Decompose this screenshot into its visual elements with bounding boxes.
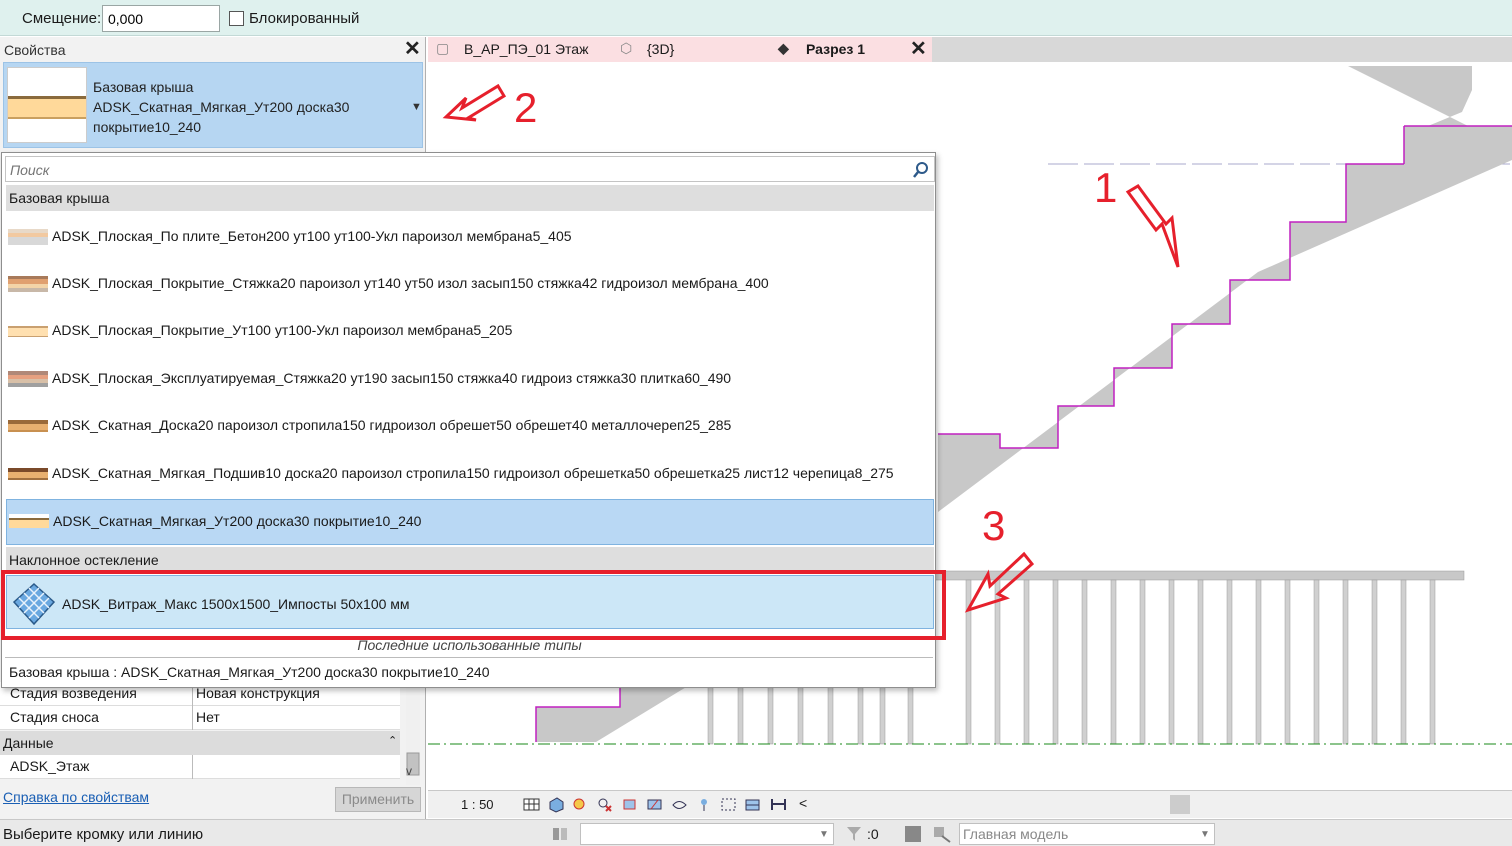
tab-label: Разрез 1: [806, 41, 866, 57]
stair-flight-upper: [938, 66, 1512, 512]
status-prompt: Выберите кромку или линию: [3, 826, 204, 843]
active-model-select[interactable]: Главная модель ▼: [959, 823, 1215, 845]
property-key: ADSK_Этаж: [10, 758, 90, 774]
analytical-model-icon[interactable]: [744, 796, 761, 813]
type-name-line1: ADSK_Скатная_Мягкая_Ут200 доска30: [93, 99, 350, 115]
annotation-number-1: 1: [1094, 164, 1118, 211]
constraints-icon[interactable]: [770, 796, 787, 813]
collapse-icon[interactable]: ⌃: [388, 734, 397, 747]
sun-path-icon[interactable]: [571, 796, 588, 813]
type-list-item[interactable]: ADSK_Плоская_Покрытие_Стяжка20 пароизол …: [6, 261, 934, 307]
locked-checkbox[interactable]: [229, 11, 244, 26]
type-list-item[interactable]: ADSK_Плоская_По плите_Бетон200 ут100 ут1…: [6, 214, 934, 260]
workset-select[interactable]: ▼: [580, 823, 834, 845]
reveal-hidden-icon[interactable]: [696, 796, 713, 813]
design-options-icon[interactable]: [904, 825, 922, 843]
property-key: Стадия сноса: [10, 709, 99, 725]
type-list-item[interactable]: ADSK_Плоская_Эксплуатируемая_Стяжка20 ут…: [6, 356, 934, 402]
search-icon[interactable]: [912, 161, 930, 179]
view-scale[interactable]: 1 : 50: [461, 797, 494, 812]
detail-level-icon[interactable]: [523, 796, 540, 813]
type-list-item-label: ADSK_Плоская_Покрытие_Стяжка20 пароизол …: [52, 275, 769, 291]
property-value[interactable]: Нет: [196, 709, 220, 725]
type-list-item-label: ADSK_Плоская_По плите_Бетон200 ут100 ут1…: [52, 228, 572, 244]
roof-swatch-icon: [8, 229, 48, 245]
properties-help-link[interactable]: Справка по свойствам: [3, 789, 149, 805]
type-list-item-label: ADSK_Плоская_Покрытие_Ут100 ут100-Укл па…: [52, 322, 513, 338]
3d-view-icon: ⬡: [620, 40, 633, 56]
type-family-label: Базовая крыша: [93, 79, 194, 95]
type-list-item[interactable]: ADSK_Скатная_Доска20 пароизол стропила15…: [6, 403, 934, 449]
tab-section-1[interactable]: ◆ Разрез 1 ✕: [776, 37, 932, 62]
active-model-label: Главная модель: [963, 826, 1069, 842]
visual-style-icon[interactable]: [548, 796, 565, 813]
property-row: ADSK_Этаж: [0, 755, 400, 779]
selection-count: :0: [867, 826, 879, 842]
roof-swatch-icon: [8, 276, 48, 292]
offset-input[interactable]: [102, 5, 220, 32]
temporary-properties-icon[interactable]: [720, 796, 737, 813]
crop-view-icon[interactable]: [621, 796, 638, 813]
type-search-input[interactable]: [10, 160, 890, 180]
property-row: Стадия сноса Нет: [0, 706, 400, 730]
type-list-item-label: ADSK_Плоская_Эксплуатируемая_Стяжка20 ут…: [52, 370, 732, 386]
editing-requests-icon[interactable]: [932, 824, 952, 844]
tab-floor-plan[interactable]: ▢ В_АР_ПЭ_01 Этаж: [432, 37, 612, 62]
type-list-item-label: ADSK_Скатная_Мягкая_Ут200 доска30 покрыт…: [53, 513, 422, 529]
status-bar: Выберите кромку или линию ▼ :0 Главная м…: [0, 819, 1512, 846]
view-control-bar: 1 : 50 <: [428, 790, 1512, 818]
type-name-line2: покрытие10_240: [93, 119, 202, 135]
tab-3d[interactable]: ⬡ {3D}: [618, 37, 738, 62]
annotation-number-3: 3: [982, 502, 1006, 549]
collapse-arrow-icon[interactable]: <: [799, 795, 807, 811]
roof-swatch-icon: [8, 468, 48, 480]
tab-label: В_АР_ПЭ_01 Этаж: [464, 41, 589, 57]
apply-button[interactable]: Применить: [335, 787, 421, 812]
roof-swatch-icon: [8, 326, 48, 337]
show-crop-region-icon[interactable]: [646, 796, 663, 813]
type-list-item-label: ADSK_Скатная_Мягкая_Подшив10 доска20 пар…: [52, 465, 894, 481]
scroll-down-icon[interactable]: v: [406, 764, 412, 778]
roof-swatch-icon: [9, 514, 49, 528]
options-bar: Смещение: Блокированный: [0, 0, 1512, 36]
type-list-item[interactable]: ADSK_Плоская_Покрытие_Ут100 ут100-Укл па…: [6, 308, 934, 354]
filter-icon[interactable]: [844, 824, 864, 844]
chevron-down-icon[interactable]: ▼: [411, 101, 422, 113]
roof-type-thumbnail: [7, 67, 87, 143]
recent-type-item[interactable]: Базовая крыша : ADSK_Скатная_Мягкая_Ут20…: [9, 664, 490, 680]
type-list-item[interactable]: ADSK_Скатная_Мягкая_Подшив10 доска20 пар…: [6, 451, 934, 497]
close-icon[interactable]: ✕: [404, 39, 421, 59]
locked-label: Блокированный: [249, 10, 360, 27]
recent-separator: [5, 657, 933, 658]
chevron-down-icon: ▼: [819, 829, 829, 840]
temporary-hide-icon[interactable]: [671, 796, 688, 813]
group-header-roof: Базовая крыша: [6, 185, 934, 211]
roof-swatch-icon: [8, 371, 48, 387]
close-tab-icon[interactable]: ✕: [910, 39, 927, 59]
view-tab-bar: ▢ В_АР_ПЭ_01 Этаж ⬡ {3D} ◆ Разрез 1 ✕: [428, 37, 1512, 62]
horizontal-scroll-thumb[interactable]: [1170, 795, 1190, 814]
properties-title: Свойства: [4, 42, 66, 58]
group-header-label: Базовая крыша: [9, 190, 110, 206]
roof-swatch-icon: [8, 420, 48, 432]
type-selector[interactable]: Базовая крыша ADSK_Скатная_Мягкая_Ут200 …: [3, 62, 423, 148]
section-icon: ◆: [778, 40, 789, 56]
group-header-label: Данные: [3, 735, 54, 751]
annotation-number-2: 2: [514, 84, 538, 131]
type-selector-text: Базовая крыша ADSK_Скатная_Мягкая_Ут200 …: [93, 77, 349, 137]
tab-label: {3D}: [647, 41, 675, 57]
type-search-box[interactable]: [5, 156, 935, 182]
type-list-item-selected[interactable]: ADSK_Скатная_Мягкая_Ут200 доска30 покрыт…: [6, 499, 934, 545]
worksets-icon[interactable]: [550, 824, 570, 844]
floor-plan-icon: ▢: [436, 40, 450, 56]
group-header-label: Наклонное остекление: [9, 552, 159, 568]
chevron-down-icon: ▼: [1200, 829, 1210, 840]
group-header-data[interactable]: Данные ⌃: [0, 731, 400, 755]
shadows-icon[interactable]: [596, 796, 613, 813]
offset-label: Смещение:: [22, 10, 102, 27]
type-list-item-label: ADSK_Скатная_Доска20 пароизол стропила15…: [52, 417, 732, 433]
annotation-highlight-box: [1, 570, 946, 640]
